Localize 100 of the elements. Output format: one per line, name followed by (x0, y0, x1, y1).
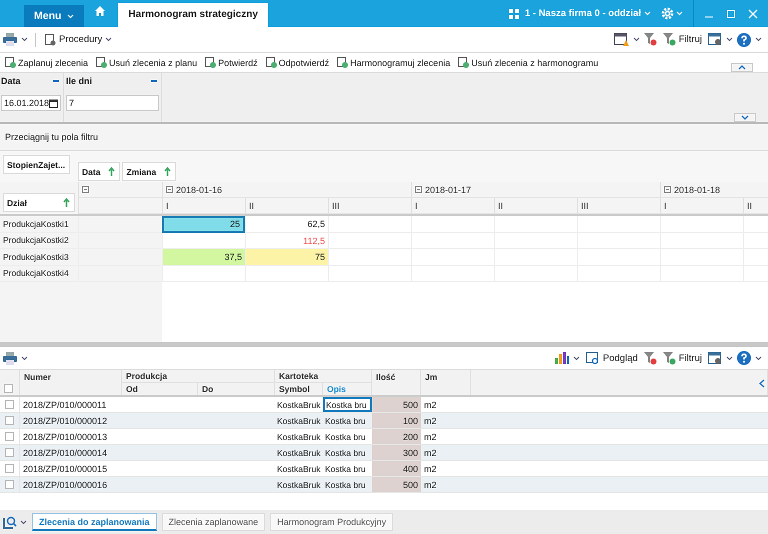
column-field-button[interactable]: Zmiana (122, 162, 176, 181)
table-cell-text: 2018/ZP/010/000012 (22, 414, 108, 428)
grid-icon[interactable] (508, 8, 519, 18)
bar-chart-icon[interactable] (554, 352, 569, 364)
dropdown-icon (67, 14, 74, 18)
collapse-icon[interactable] (415, 186, 422, 193)
view-tab[interactable]: Zlecenia zaplanowane (162, 513, 266, 531)
date-header: 2018-01-18 (674, 184, 720, 194)
dropdown-icon[interactable] (726, 356, 733, 360)
printer-icon[interactable] (3, 33, 17, 46)
column-group-header: Produkcja (122, 370, 275, 382)
chevron-up-icon (738, 65, 746, 70)
dropdown-icon[interactable] (20, 520, 27, 524)
view-tab[interactable]: Zlecenia do zaplanowania (32, 513, 157, 531)
action-button[interactable]: Potwierdź (203, 57, 260, 68)
document-tab[interactable]: Harmonogram strategiczny (118, 3, 268, 27)
dropdown-icon[interactable] (21, 356, 28, 360)
filter-button[interactable]: Filtruj (660, 352, 704, 364)
filter-button[interactable]: Filtruj (660, 33, 704, 46)
table-cell-text: 2018/ZP/010/000014 (22, 446, 108, 460)
shift-header: III (328, 198, 411, 214)
pivot-cell: 25 (162, 216, 245, 232)
search-list-icon[interactable] (3, 516, 17, 528)
shift-header: III (577, 198, 660, 214)
maximize-icon[interactable] (726, 8, 736, 18)
sort-ascending-icon (63, 198, 70, 207)
collapse-panel-icon[interactable] (759, 379, 765, 388)
column-header[interactable]: Ilość (372, 370, 421, 395)
column-header[interactable]: Numer (20, 370, 122, 395)
chevron-down-icon (741, 115, 749, 120)
home-icon[interactable] (94, 5, 106, 17)
collapse-icon[interactable] (166, 186, 173, 193)
row-field-button[interactable]: Dział (3, 193, 75, 212)
row-checkbox[interactable] (5, 480, 14, 489)
table-cell: 400 (372, 461, 421, 476)
row-label: ProdukcjaKostki3 (0, 249, 78, 266)
row-checkbox[interactable] (5, 400, 14, 409)
close-icon[interactable] (748, 8, 758, 18)
filter-field[interactable]: 16.01.2018 (1, 95, 61, 111)
clear-filter-icon[interactable] (644, 352, 657, 364)
help-icon[interactable] (737, 351, 751, 365)
action-button[interactable]: Odpotwierdź (264, 57, 332, 68)
column-header[interactable]: Od (122, 382, 198, 395)
sort-ascending-icon (164, 167, 172, 176)
clear-filter-icon[interactable] (644, 33, 657, 46)
dropdown-icon[interactable] (21, 37, 28, 42)
row-checkbox[interactable] (5, 448, 14, 457)
row-label: ProdukcjaKostki1 (0, 216, 78, 232)
settings-icon[interactable] (661, 7, 674, 20)
data-field-button[interactable]: StopienZajet... (3, 155, 70, 174)
row-label: ProdukcjaKostki4 (0, 266, 78, 282)
column-header[interactable]: Do (198, 382, 275, 395)
table-cell-text: m2 (423, 430, 438, 444)
table-cell: Kostka bru (323, 397, 372, 412)
filter-field[interactable]: 7 (66, 95, 159, 111)
column-header[interactable]: Symbol (275, 382, 323, 395)
table-cell-text: Kostka bru (324, 414, 367, 428)
shift-header: I (411, 198, 494, 214)
column-header[interactable]: Jm (421, 370, 471, 395)
column-field-button[interactable]: Data (78, 162, 120, 181)
table-cell: 100 (372, 413, 421, 428)
table-cell-text: KostkaBruk (276, 478, 322, 492)
table-cell: 200 (372, 429, 421, 444)
table-cell-text: Kostka bru (324, 446, 367, 460)
table-cell-text: Kostka bru (324, 478, 367, 492)
row-checkbox[interactable] (5, 432, 14, 441)
table-cell-text: 2018/ZP/010/000011 (22, 398, 108, 412)
preview-button[interactable]: Podgląd (584, 352, 640, 364)
date-header: 2018-01-16 (176, 184, 222, 194)
dropdown-icon[interactable] (755, 356, 762, 360)
dropdown-icon[interactable] (572, 356, 580, 360)
view-tab[interactable]: Harmonogram Produkcyjny (270, 513, 394, 531)
dropdown-icon[interactable] (755, 37, 762, 42)
table-cell-text: m2 (423, 414, 438, 428)
action-button[interactable]: Usuń zlecenia z planu (94, 57, 200, 68)
filter-label: Ile dni (66, 76, 92, 86)
row-checkbox[interactable] (5, 416, 14, 425)
help-icon[interactable] (737, 32, 751, 46)
menu-button[interactable]: Menu (24, 5, 84, 27)
collapse-button[interactable] (731, 63, 753, 72)
table-cell-text: Kostka bru (324, 462, 367, 476)
dropdown-icon[interactable] (632, 37, 640, 42)
calendar-icon[interactable] (49, 98, 58, 108)
procedures-button[interactable]: Procedury (43, 34, 114, 46)
shift-header: II (494, 198, 577, 214)
action-button[interactable]: Zaplanuj zlecenia (3, 57, 90, 68)
printer-icon[interactable] (3, 352, 17, 364)
collapse-icon[interactable] (82, 186, 89, 193)
table-cell-text: m2 (423, 446, 438, 460)
select-all-checkbox[interactable] (4, 384, 13, 393)
action-button[interactable]: Usuń zlecenia z harmonogramu (456, 57, 600, 68)
table-cell-text: KostkaBruk (276, 462, 322, 476)
table-cell-text: m2 (423, 478, 438, 492)
action-button[interactable]: Harmonogramuj zlecenia (335, 57, 452, 68)
expand-button[interactable] (734, 113, 756, 122)
dropdown-icon[interactable] (726, 37, 733, 42)
row-checkbox[interactable] (5, 464, 14, 473)
table-cell-text: KostkaBruk (276, 414, 322, 428)
collapse-icon[interactable] (664, 186, 671, 193)
table-cell-text: m2 (423, 462, 438, 476)
